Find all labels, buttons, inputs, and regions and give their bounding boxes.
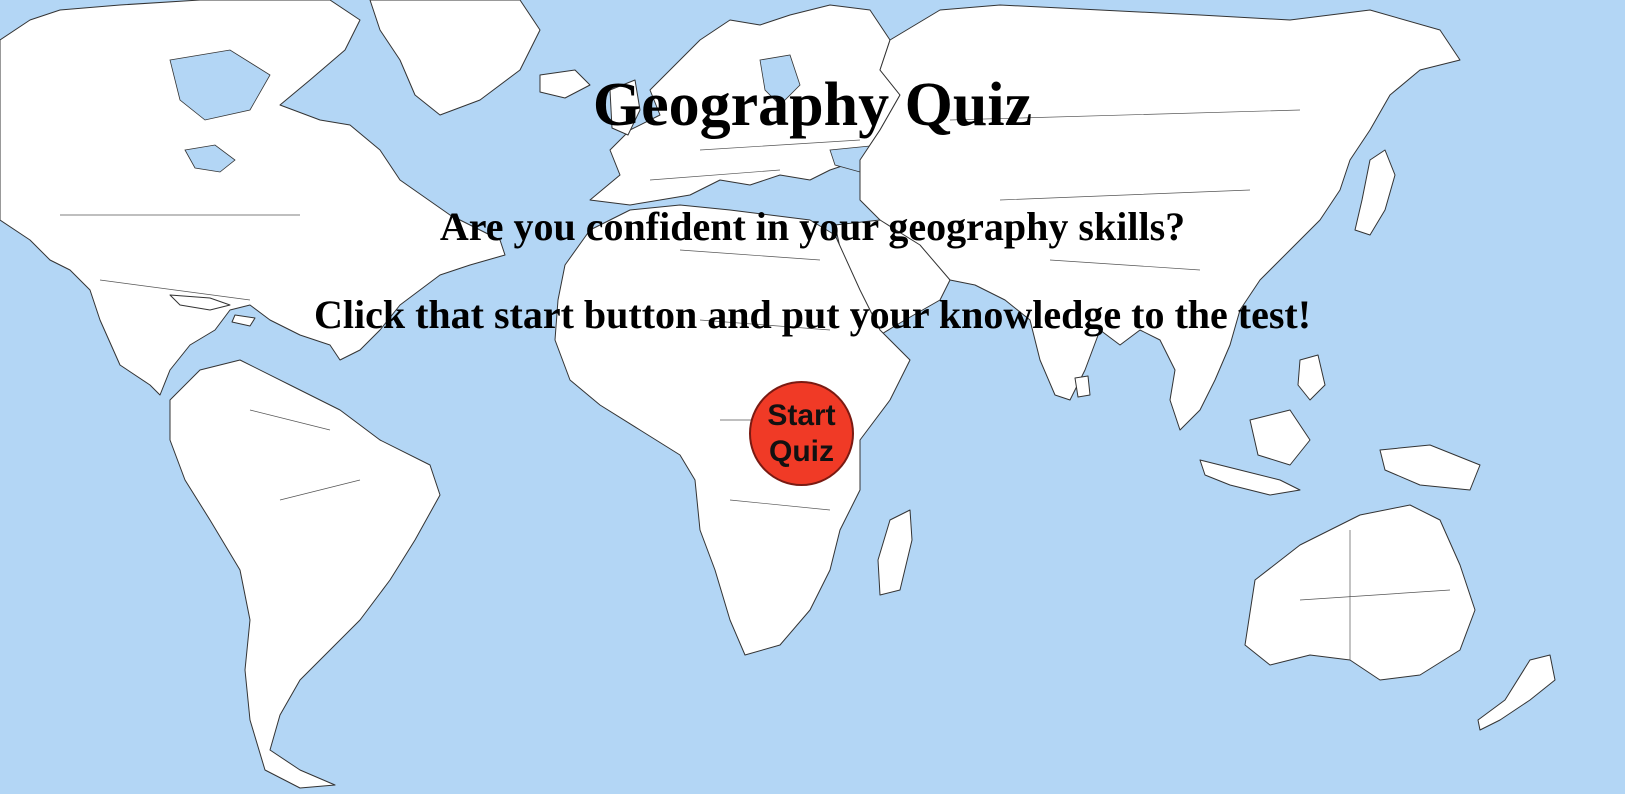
start-quiz-button-label: Start Quiz (767, 398, 836, 468)
borneo-island (1249, 409, 1311, 466)
south-america-landmass (169, 359, 441, 789)
intro-instruction: Click that start button and put your kno… (313, 292, 1312, 337)
southeast-asia-islands (1199, 459, 1301, 496)
new-guinea-island (1379, 444, 1481, 491)
sri-lanka-island (1074, 375, 1091, 398)
new-zealand-islands (1477, 654, 1556, 731)
start-quiz-button[interactable]: Start Quiz (749, 381, 854, 486)
philippines-islands (1297, 354, 1326, 401)
australia-landmass (1244, 504, 1476, 681)
intro-question: Are you confident in your geography skil… (439, 204, 1186, 249)
madagascar-island (877, 509, 913, 596)
page-title: Geography Quiz (592, 71, 1033, 139)
